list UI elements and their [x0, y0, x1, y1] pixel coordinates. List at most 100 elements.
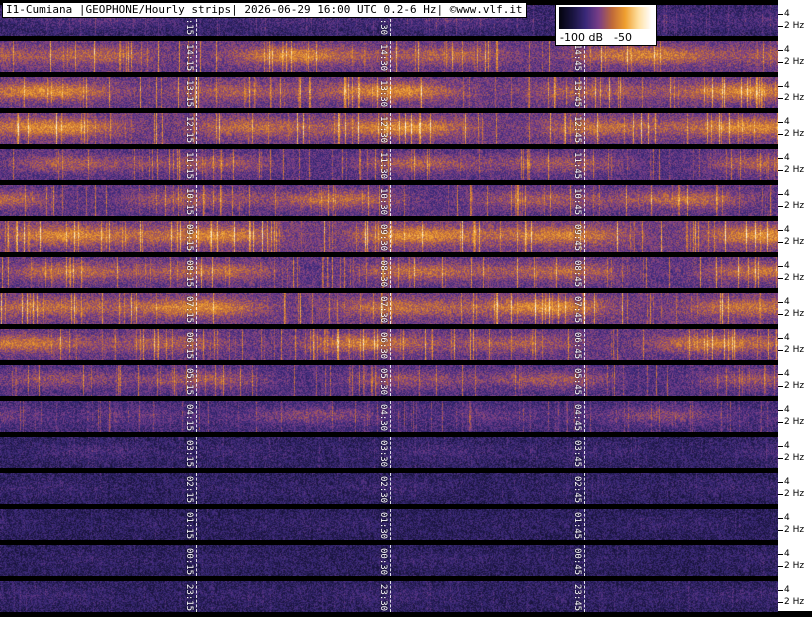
- time-gridline: [584, 401, 585, 432]
- time-tick-label: 12:30: [378, 116, 388, 144]
- time-tick-label: 13:30: [378, 80, 388, 108]
- colorbar-min-label: -100 dB: [560, 31, 603, 44]
- time-gridline: [196, 365, 197, 396]
- axis-row: 4 2 Hz: [778, 257, 812, 293]
- axis-tick-upper: [778, 446, 783, 447]
- axis-label-lower: 2 Hz: [784, 57, 805, 67]
- colorbar-legend: -100 dB -50: [555, 4, 657, 46]
- time-tick-label: 23:45: [572, 584, 582, 612]
- time-tick-label: 05:30: [378, 368, 388, 396]
- axis-tick-upper: [778, 14, 783, 15]
- time-gridline: [196, 401, 197, 432]
- time-gridline: [584, 473, 585, 504]
- axis-row: 4 2 Hz: [778, 473, 812, 509]
- strip-spectrogram-image: [0, 221, 778, 252]
- strip-spectrogram-image: [0, 257, 778, 288]
- time-gridline: [196, 77, 197, 108]
- axis-label-lower: 2 Hz: [784, 345, 805, 355]
- time-gridline: [196, 113, 197, 144]
- spectrogram-area: 15:1515:3015:4514:1514:3014:4513:1513:30…: [0, 0, 778, 612]
- axis-tick-lower: [778, 26, 783, 27]
- time-tick-label: 02:30: [378, 476, 388, 504]
- time-tick-label: 05:45: [572, 368, 582, 396]
- time-tick-label: 07:45: [572, 296, 582, 324]
- strip-spectrogram-image: [0, 149, 778, 180]
- chart-title: I1-Cumiana |GEOPHONE/Hourly strips| 2026…: [2, 2, 527, 18]
- time-gridline: [196, 473, 197, 504]
- axis-label-lower: 2 Hz: [784, 453, 805, 463]
- time-gridline: [584, 437, 585, 468]
- time-gridline: [196, 545, 197, 576]
- axis-tick-upper: [778, 194, 783, 195]
- axis-label-upper: 4: [784, 585, 790, 595]
- time-tick-label: 04:30: [378, 404, 388, 432]
- axis-tick-lower: [778, 242, 783, 243]
- time-tick-label: 06:15: [184, 332, 194, 360]
- axis-label-upper: 4: [784, 81, 790, 91]
- colorbar-gradient: [559, 7, 652, 29]
- axis-row: 4 2 Hz: [778, 113, 812, 149]
- axis-tick-upper: [778, 302, 783, 303]
- time-gridline: [584, 257, 585, 288]
- axis-label-lower: 2 Hz: [784, 129, 805, 139]
- time-gridline: [584, 293, 585, 324]
- time-gridline: [390, 185, 391, 216]
- axis-row: 4 2 Hz: [778, 5, 812, 41]
- strip-spectrogram-image: [0, 113, 778, 144]
- spectrogram-strip: 11:15 11:30 11:45: [0, 149, 778, 180]
- axis-row: 4 2 Hz: [778, 437, 812, 473]
- axis-tick-lower: [778, 494, 783, 495]
- spectrogram-strip: 03:15 03:30 03:45: [0, 437, 778, 468]
- time-tick-label: 09:15: [184, 224, 194, 252]
- axis-label-upper: 4: [784, 9, 790, 19]
- axis-tick-lower: [778, 566, 783, 567]
- spectrogram-strip: 08:15 08:30 08:45: [0, 257, 778, 288]
- axis-label-lower: 2 Hz: [784, 525, 805, 535]
- axis-tick-upper: [778, 482, 783, 483]
- spectrogram-strip: 00:15 00:30 00:45: [0, 545, 778, 576]
- time-tick-label: 13:45: [572, 80, 582, 108]
- axis-label-upper: 4: [784, 189, 790, 199]
- axis-tick-upper: [778, 230, 783, 231]
- time-gridline: [584, 185, 585, 216]
- spectrogram-strip: 14:15 14:30 14:45: [0, 41, 778, 72]
- time-gridline: [390, 329, 391, 360]
- time-tick-label: 04:45: [572, 404, 582, 432]
- axis-tick-lower: [778, 98, 783, 99]
- spectrogram-strip: 02:15 02:30 02:45: [0, 473, 778, 504]
- time-tick-label: 10:30: [378, 188, 388, 216]
- axis-label-upper: 4: [784, 369, 790, 379]
- axis-tick-upper: [778, 518, 783, 519]
- frequency-axis: 4 2 Hz 4 2 Hz 4 2 Hz 4 2 Hz 4 2 Hz 4 2 Hz 4 2 Hz 4 2 Hz…: [778, 0, 812, 611]
- time-gridline: [390, 401, 391, 432]
- axis-row: 4 2 Hz: [778, 185, 812, 221]
- axis-row: 4 2 Hz: [778, 365, 812, 401]
- axis-label-upper: 4: [784, 45, 790, 55]
- axis-label-upper: 4: [784, 405, 790, 415]
- axis-label-upper: 4: [784, 153, 790, 163]
- axis-label-upper: 4: [784, 477, 790, 487]
- time-tick-label: 23:15: [184, 584, 194, 612]
- axis-tick-lower: [778, 170, 783, 171]
- time-tick-label: 09:30: [378, 224, 388, 252]
- spectrogram-strip: 13:15 13:30 13:45: [0, 77, 778, 108]
- axis-tick-lower: [778, 422, 783, 423]
- axis-row: 4 2 Hz: [778, 509, 812, 545]
- time-tick-label: 06:45: [572, 332, 582, 360]
- time-tick-label: 12:45: [572, 116, 582, 144]
- axis-tick-lower: [778, 350, 783, 351]
- axis-row: 4 2 Hz: [778, 221, 812, 257]
- axis-row: 4 2 Hz: [778, 41, 812, 77]
- axis-tick-lower: [778, 314, 783, 315]
- strip-spectrogram-image: [0, 365, 778, 396]
- time-tick-label: 08:30: [378, 260, 388, 288]
- time-gridline: [196, 437, 197, 468]
- time-gridline: [390, 41, 391, 72]
- time-tick-label: 01:15: [184, 512, 194, 540]
- axis-tick-lower: [778, 278, 783, 279]
- axis-label-upper: 4: [784, 441, 790, 451]
- axis-tick-lower: [778, 602, 783, 603]
- axis-tick-upper: [778, 266, 783, 267]
- strip-spectrogram-image: [0, 509, 778, 540]
- axis-tick-upper: [778, 374, 783, 375]
